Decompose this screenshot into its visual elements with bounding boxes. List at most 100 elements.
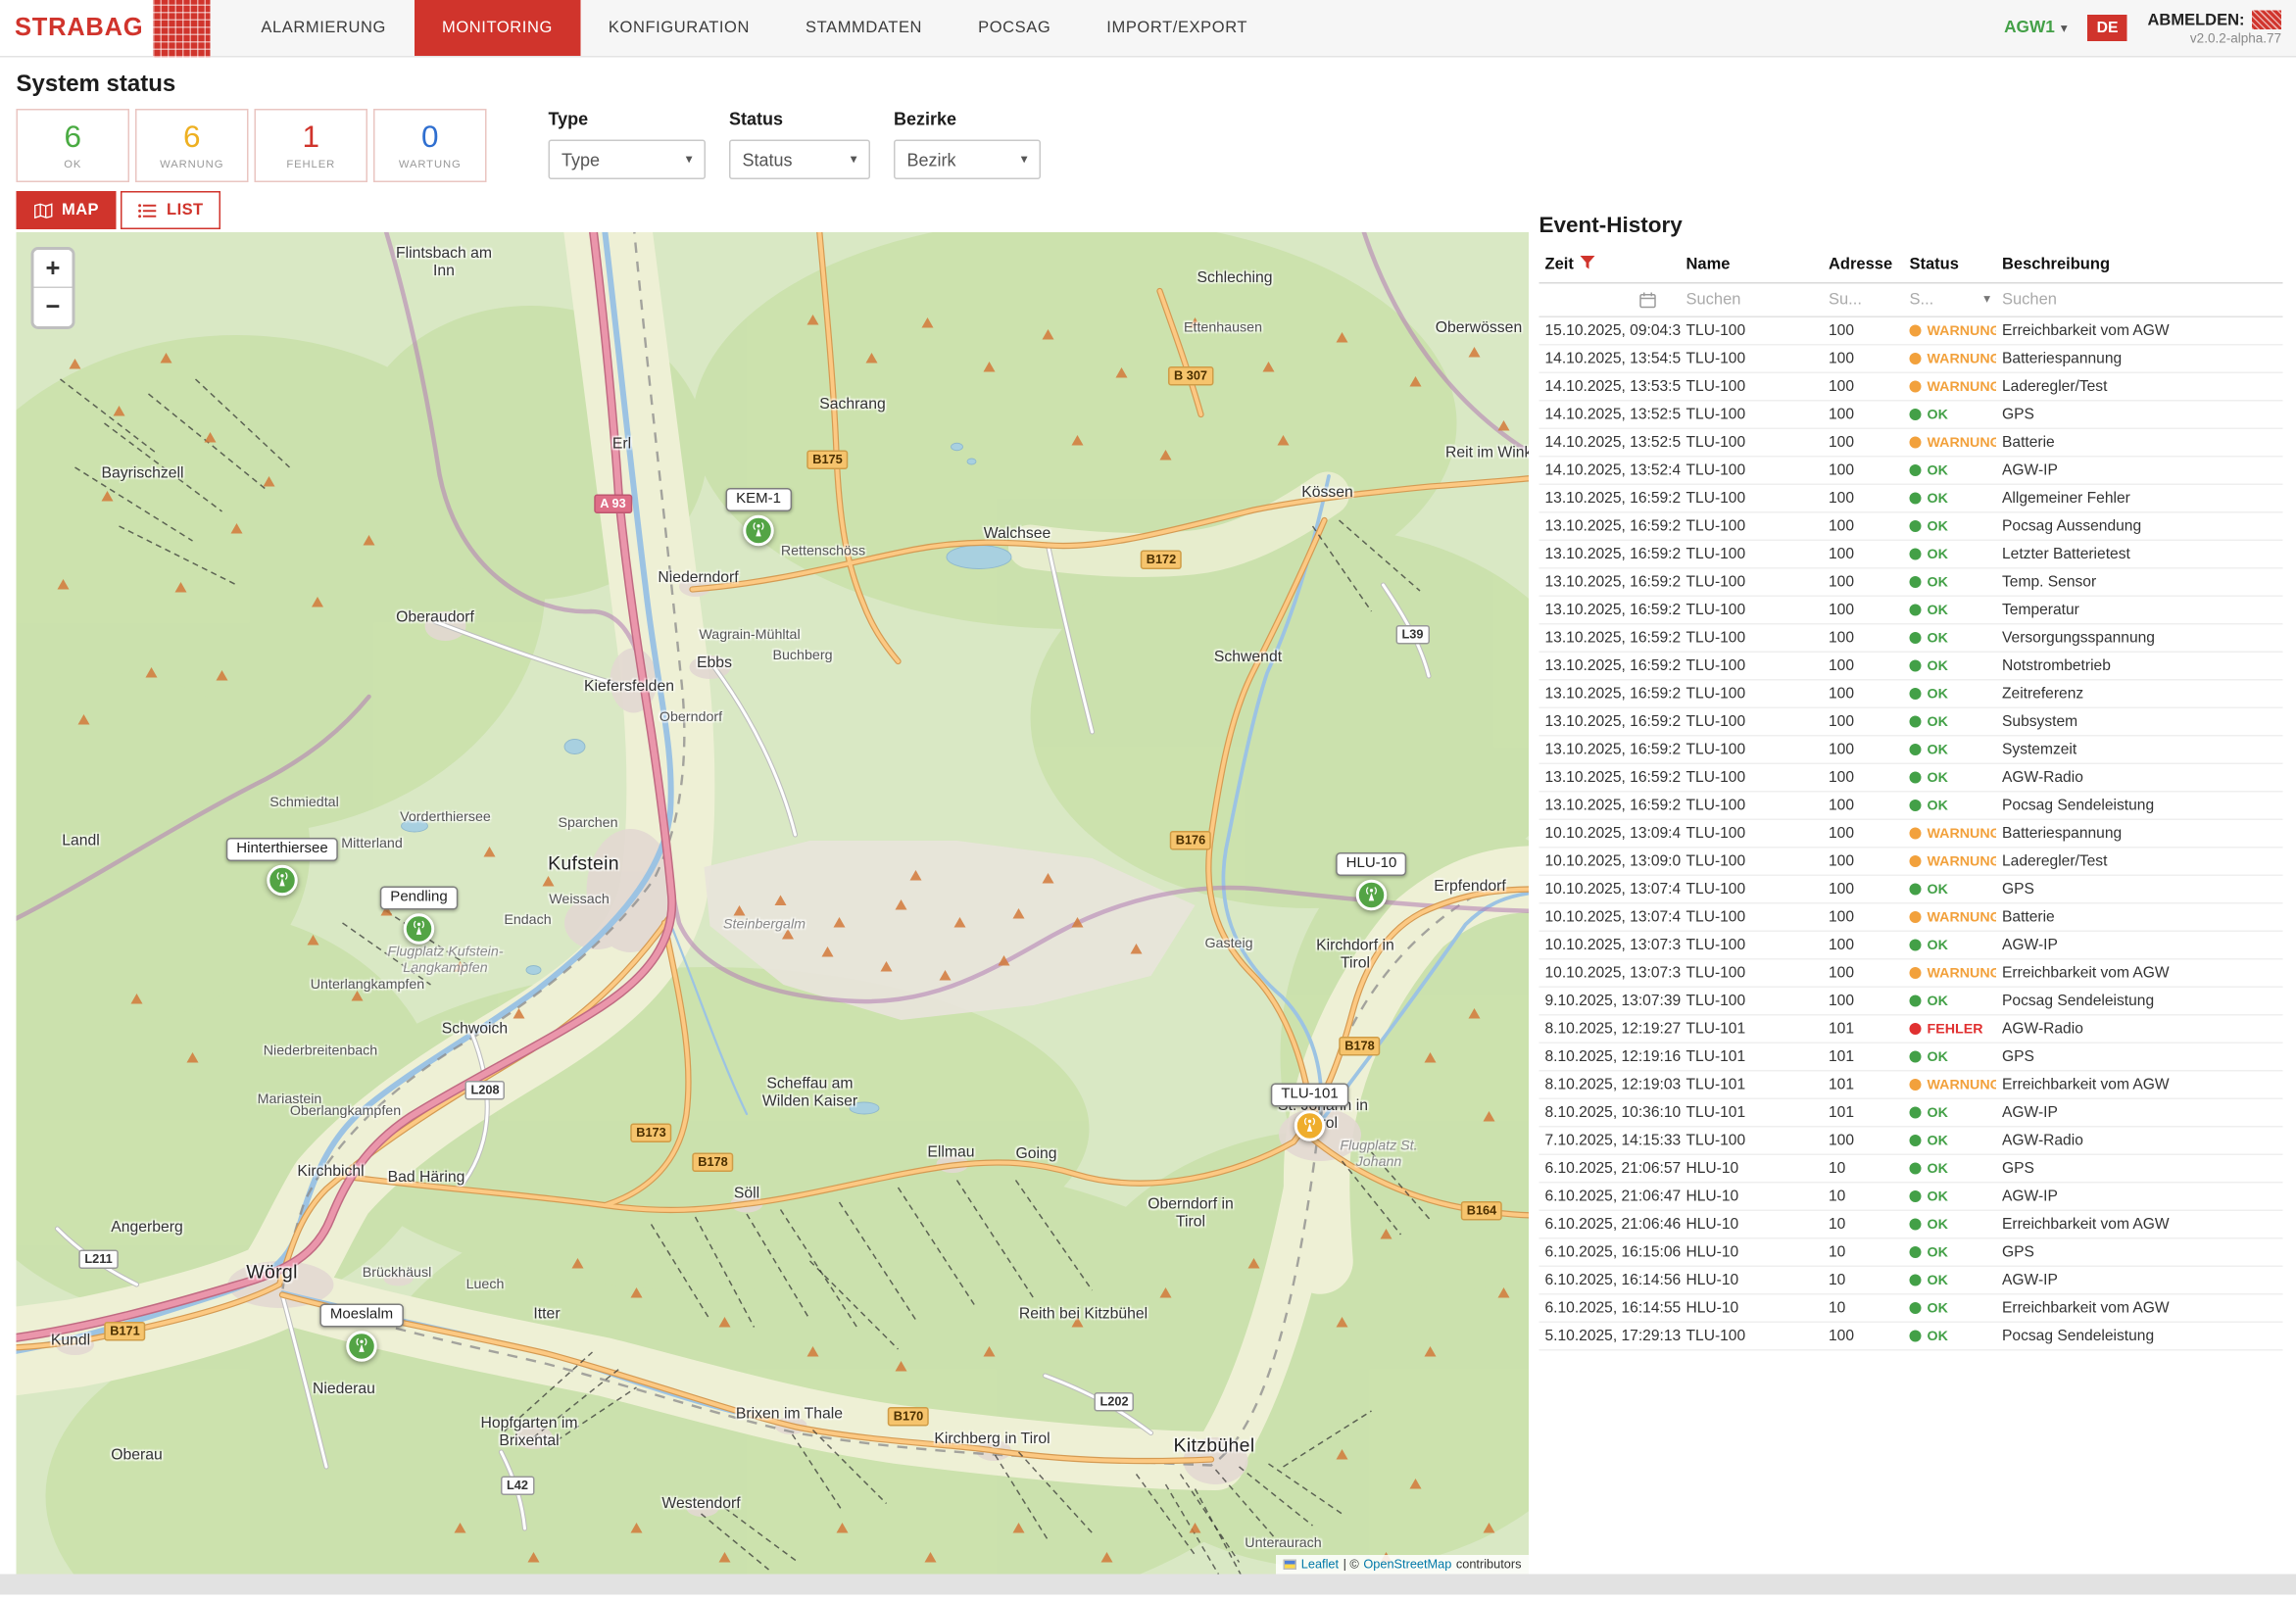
zeit-filter-cell[interactable]: [1539, 283, 1681, 317]
nav-item-monitoring[interactable]: MONITORING: [414, 0, 580, 56]
event-status: WARNUNG: [1904, 1071, 1997, 1099]
map-marker-pendling[interactable]: [404, 913, 435, 945]
bezirk-filter-select[interactable]: Bezirk ▾: [894, 140, 1041, 180]
event-row[interactable]: 13.10.2025, 16:59:27TLU-100100OKAGW-Radi…: [1539, 763, 2283, 792]
event-row[interactable]: 13.10.2025, 16:59:27TLU-100100OKSystemze…: [1539, 736, 2283, 764]
event-row[interactable]: 14.10.2025, 13:54:50TLU-100100WARNUNGBat…: [1539, 345, 2283, 373]
col-header-zeit[interactable]: Zeit: [1539, 250, 1681, 283]
map-canvas[interactable]: Flintsbach am InnSchlechingEttenhausenOb…: [17, 232, 1530, 1575]
strabag-logo-pattern-icon: [152, 0, 210, 57]
road-shield: L202: [1094, 1392, 1134, 1412]
nav-item-konfiguration[interactable]: KONFIGURATION: [580, 0, 777, 56]
event-row[interactable]: 8.10.2025, 12:19:16TLU-101101OKGPS: [1539, 1043, 2283, 1071]
status-text: OK: [1928, 881, 1948, 898]
agw-selector[interactable]: AGW1 ▾: [2004, 20, 2068, 37]
event-row[interactable]: 6.10.2025, 16:14:56HLU-1010OKAGW-IP: [1539, 1266, 2283, 1294]
map-marker-hlu-10[interactable]: [1356, 880, 1388, 911]
status-card-ok[interactable]: 6OK: [17, 109, 130, 182]
event-row[interactable]: 6.10.2025, 21:06:46HLU-1010OKErreichbark…: [1539, 1210, 2283, 1238]
event-row[interactable]: 10.10.2025, 13:07:46TLU-100100OKGPS: [1539, 875, 2283, 903]
nav-item-alarmierung[interactable]: ALARMIERUNG: [233, 0, 415, 56]
event-row[interactable]: 13.10.2025, 16:59:27TLU-100100OKZeitrefe…: [1539, 680, 2283, 708]
event-row[interactable]: 8.10.2025, 12:19:27TLU-101101FEHLERAGW-R…: [1539, 1015, 2283, 1043]
map-view-button[interactable]: MAP: [17, 191, 118, 229]
event-row[interactable]: 9.10.2025, 13:07:39TLU-100100OKPocsag Se…: [1539, 987, 2283, 1015]
nav-item-pocsag[interactable]: POCSAG: [951, 0, 1079, 56]
event-row[interactable]: 14.10.2025, 13:52:45TLU-100100OKAGW-IP: [1539, 457, 2283, 485]
status-text: OK: [1928, 1328, 1948, 1344]
map-marker-hinterthiersee[interactable]: [267, 865, 298, 897]
status-card-warnung[interactable]: 6WARNUNG: [135, 109, 249, 182]
event-name: TLU-100: [1681, 596, 1824, 624]
event-row[interactable]: 10.10.2025, 13:09:41TLU-100100WARNUNGBat…: [1539, 819, 2283, 848]
status-filter-select[interactable]: S...▾: [1904, 283, 1997, 317]
event-row[interactable]: 13.10.2025, 16:59:27TLU-100100OKAllgemei…: [1539, 484, 2283, 512]
map-marker-moeslalm[interactable]: [346, 1331, 377, 1362]
status-dot-icon: [1910, 1107, 1922, 1119]
event-row[interactable]: 6.10.2025, 21:06:57HLU-1010OKGPS: [1539, 1154, 2283, 1183]
event-row[interactable]: 7.10.2025, 14:15:33TLU-100100OKAGW-Radio: [1539, 1127, 2283, 1155]
event-row[interactable]: 6.10.2025, 16:15:06HLU-1010OKGPS: [1539, 1238, 2283, 1267]
event-row[interactable]: 10.10.2025, 13:07:42TLU-100100WARNUNGBat…: [1539, 903, 2283, 932]
map-place-label: Endach: [504, 914, 551, 930]
nav-item-stammdaten[interactable]: STAMMDATEN: [778, 0, 951, 56]
event-row[interactable]: 13.10.2025, 16:59:27TLU-100100OKTemp. Se…: [1539, 568, 2283, 597]
logout-button[interactable]: ABMELDEN: v2.0.2-alpha.77: [2148, 11, 2282, 46]
status-card-label: FEHLER: [286, 157, 335, 170]
map-place-label: Westendorf: [661, 1496, 740, 1514]
event-row[interactable]: 14.10.2025, 13:53:50TLU-100100WARNUNGLad…: [1539, 372, 2283, 401]
col-header-status[interactable]: Status: [1904, 250, 1997, 283]
event-row[interactable]: 13.10.2025, 16:59:25TLU-100100OKPocsag S…: [1539, 792, 2283, 820]
event-row[interactable]: 6.10.2025, 21:06:47HLU-1010OKAGW-IP: [1539, 1183, 2283, 1211]
event-row[interactable]: 10.10.2025, 13:07:36TLU-100100WARNUNGErr…: [1539, 959, 2283, 988]
status-badge: OK: [1910, 657, 1991, 674]
status-filter-select[interactable]: Status ▾: [729, 140, 870, 180]
event-row[interactable]: 13.10.2025, 16:59:27TLU-100100OKPocsag A…: [1539, 512, 2283, 541]
status-card-wartung[interactable]: 0WARTUNG: [373, 109, 487, 182]
openstreetmap-link[interactable]: OpenStreetMap: [1363, 1557, 1451, 1572]
zoom-in-button[interactable]: +: [34, 250, 73, 288]
event-row[interactable]: 8.10.2025, 10:36:10TLU-101101OKAGW-IP: [1539, 1098, 2283, 1127]
status-text: OK: [1928, 1160, 1948, 1177]
map-marker-tlu-101[interactable]: [1295, 1110, 1326, 1141]
event-row[interactable]: 8.10.2025, 12:19:03TLU-101101WARNUNGErre…: [1539, 1071, 2283, 1099]
event-row[interactable]: 14.10.2025, 13:52:50TLU-100100WARNUNGBat…: [1539, 428, 2283, 457]
type-filter-select[interactable]: Type ▾: [549, 140, 707, 180]
name-filter-input[interactable]: Suchen: [1681, 283, 1824, 317]
beschreibung-filter-input[interactable]: Suchen: [1996, 283, 2283, 317]
col-header-beschreibung[interactable]: Beschreibung: [1996, 250, 2283, 283]
event-row[interactable]: 13.10.2025, 16:59:27TLU-100100OKTemperat…: [1539, 596, 2283, 624]
event-row[interactable]: 6.10.2025, 16:14:55HLU-1010OKErreichbark…: [1539, 1294, 2283, 1323]
event-row[interactable]: 15.10.2025, 09:04:35TLU-100100WARNUNGErr…: [1539, 316, 2283, 345]
event-zeit: 10.10.2025, 13:07:36: [1539, 959, 1681, 988]
event-row[interactable]: 5.10.2025, 17:29:13TLU-100100OKPocsag Se…: [1539, 1322, 2283, 1350]
map-marker-kem-1[interactable]: [743, 515, 774, 547]
event-row[interactable]: 13.10.2025, 16:59:27TLU-100100OKSubsyste…: [1539, 707, 2283, 736]
zoom-out-button[interactable]: −: [34, 288, 73, 326]
nav-item-import-export[interactable]: IMPORT/EXPORT: [1079, 0, 1276, 56]
status-badge: OK: [1910, 518, 1991, 535]
event-adresse: 100: [1823, 624, 1904, 653]
adresse-filter-input[interactable]: Su...: [1823, 283, 1904, 317]
list-view-button[interactable]: LIST: [122, 191, 221, 229]
event-row[interactable]: 10.10.2025, 13:09:03TLU-100100WARNUNGLad…: [1539, 848, 2283, 876]
event-row[interactable]: 13.10.2025, 16:59:27TLU-100100OKVersorgu…: [1539, 624, 2283, 653]
event-row[interactable]: 10.10.2025, 13:07:36TLU-100100OKAGW-IP: [1539, 931, 2283, 959]
status-text: WARNUNG: [1928, 909, 1997, 926]
event-row[interactable]: 13.10.2025, 16:59:27TLU-100100OKLetzter …: [1539, 540, 2283, 568]
event-row[interactable]: 13.10.2025, 16:59:27TLU-100100OKNotstrom…: [1539, 652, 2283, 680]
status-dot-icon: [1910, 967, 1922, 979]
status-badge: WARNUNG: [1910, 825, 1991, 842]
event-row[interactable]: 14.10.2025, 13:52:54TLU-100100OKGPS: [1539, 401, 2283, 429]
zeit-filter-icon[interactable]: [1580, 256, 1594, 270]
leaflet-link[interactable]: Leaflet: [1301, 1557, 1339, 1572]
col-header-adresse[interactable]: Adresse: [1823, 250, 1904, 283]
event-status: OK: [1904, 1238, 1997, 1267]
status-card-fehler[interactable]: 1FEHLER: [255, 109, 368, 182]
language-toggle[interactable]: DE: [2088, 15, 2127, 41]
strabag-logo-text: STRABAG: [15, 14, 143, 43]
calendar-icon[interactable]: [1545, 291, 1675, 309]
status-text: OK: [1928, 462, 1948, 479]
col-header-name[interactable]: Name: [1681, 250, 1824, 283]
event-adresse: 100: [1823, 1127, 1904, 1155]
